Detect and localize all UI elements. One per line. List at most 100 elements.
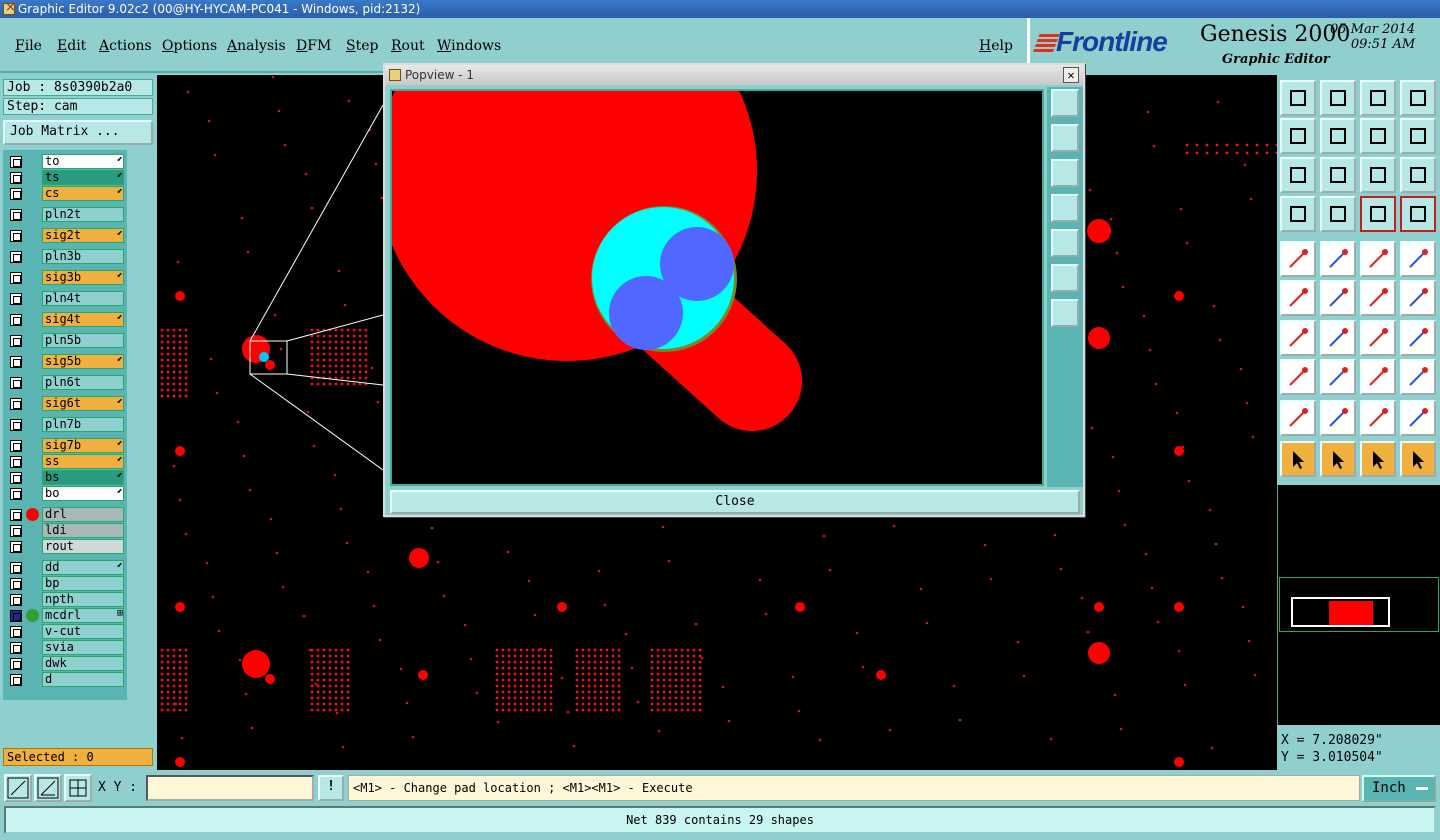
cut-line-icon[interactable] [1320, 280, 1356, 316]
layer-checkbox[interactable] [10, 525, 22, 537]
layer-checkbox[interactable] [10, 251, 22, 263]
layer-checkbox[interactable] [10, 658, 22, 670]
layer-row-ldi[interactable]: ldi [5, 523, 125, 538]
layer-checkbox[interactable] [10, 626, 22, 638]
layer-row-sig4t[interactable]: sig4t ⬋ [5, 312, 125, 327]
menu-actions[interactable]: Actions [99, 38, 152, 54]
layer-row-cs[interactable]: cs ⬋ [5, 186, 125, 201]
layer-checkbox[interactable] [10, 488, 22, 500]
split-icon[interactable] [1320, 359, 1356, 395]
layer-name[interactable]: bs [42, 470, 124, 485]
grid-icon[interactable] [1320, 196, 1356, 232]
add-pad-icon[interactable] [1360, 280, 1396, 316]
layer-checkbox[interactable] [10, 419, 22, 431]
zoom-fit-button[interactable] [1051, 89, 1079, 117]
polygon-icon[interactable] [1320, 241, 1356, 277]
layer-name[interactable]: pln5b [42, 333, 124, 348]
zoom-home-icon[interactable] [1280, 80, 1316, 116]
zoom-fit-icon[interactable] [1280, 157, 1316, 193]
select-box-icon[interactable] [1320, 441, 1356, 477]
layer-row-d[interactable]: d [5, 672, 125, 687]
layer-checkbox[interactable] [10, 541, 22, 553]
layer-row-ss[interactable]: ss ⬋ [5, 454, 125, 469]
overview-view-window[interactable] [1329, 601, 1373, 625]
layer-name[interactable]: pln4t [42, 291, 124, 306]
layer-row-pln5b[interactable]: pln5b [5, 333, 125, 348]
layer-name[interactable]: v-cut [42, 624, 124, 639]
layer-checkbox[interactable] [10, 156, 22, 168]
layer-row-npth[interactable]: npth [5, 592, 125, 607]
unit-select[interactable]: Inch [1362, 775, 1436, 802]
layer-name[interactable]: svia [42, 640, 124, 655]
layer-checkbox[interactable] [10, 440, 22, 452]
layer-checkbox[interactable] [10, 356, 22, 368]
layer-checkbox[interactable] [10, 172, 22, 184]
layer-name[interactable]: ts [42, 170, 124, 185]
select-pad-icon[interactable] [1280, 241, 1316, 277]
layer-row-dwk[interactable]: dwk [5, 656, 125, 671]
menu-dfm[interactable]: DFM [296, 38, 331, 54]
layer-checkbox[interactable] [10, 578, 22, 590]
layer-checkbox[interactable] [10, 674, 22, 686]
undo-view-icon[interactable] [1360, 118, 1396, 154]
redraw-icon[interactable] [1400, 118, 1436, 154]
layer-name[interactable]: ss [42, 454, 124, 469]
help-icon[interactable] [1400, 157, 1436, 193]
layer-checkbox[interactable] [10, 188, 22, 200]
layer-checkbox[interactable] [10, 594, 22, 606]
layers-icon[interactable] [1360, 196, 1396, 232]
layer-row-v-cut[interactable]: v-cut [5, 624, 125, 639]
triangle-icon[interactable] [1280, 400, 1316, 436]
line-icon[interactable] [1320, 320, 1356, 356]
menu-options[interactable]: Options [162, 38, 217, 54]
select-area-icon[interactable] [1360, 441, 1396, 477]
layer-row-sig7b[interactable]: sig7b ⬋ [5, 438, 125, 453]
grid-icon[interactable] [64, 774, 92, 802]
pan-down-button[interactable] [1051, 159, 1079, 187]
menu-analysis[interactable]: Analysis [227, 38, 286, 54]
net-icon[interactable] [1400, 196, 1436, 232]
angle-icon[interactable] [1280, 320, 1316, 356]
pad-icon[interactable] [1400, 241, 1436, 277]
menu-file[interactable]: File [15, 38, 42, 54]
layer-row-ts[interactable]: ts ⬋ [5, 170, 125, 185]
layer-row-to[interactable]: to ⬋ [5, 154, 125, 169]
overview-panel[interactable] [1277, 485, 1440, 725]
layer-name[interactable]: sig2t [42, 228, 124, 243]
layer-checkbox[interactable] [10, 230, 22, 242]
snap-icon[interactable] [34, 774, 62, 802]
zoom-center-icon[interactable] [1320, 157, 1356, 193]
layer-row-pln3b[interactable]: pln3b [5, 249, 125, 264]
layer-name[interactable]: rout [42, 539, 124, 554]
layer-row-sig3b[interactable]: sig3b ⬋ [5, 270, 125, 285]
popview-close-button[interactable]: Close [390, 490, 1080, 514]
layer-name[interactable]: sig5b [42, 354, 124, 369]
prompt-button[interactable]: ! [318, 775, 344, 801]
window-icon[interactable] [1400, 80, 1436, 116]
measure-icon[interactable] [1360, 359, 1396, 395]
pan-up-icon[interactable] [1320, 80, 1356, 116]
layer-name[interactable]: pln7b [42, 417, 124, 432]
layer-row-sig6t[interactable]: sig6t ⬋ [5, 396, 125, 411]
layer-checkbox[interactable] [10, 272, 22, 284]
layer-name[interactable]: sig3b [42, 270, 124, 285]
layer-name[interactable]: d [42, 672, 124, 687]
zoom-out-button[interactable] [1051, 299, 1079, 327]
layer-row-mcdrl[interactable]: mcdrl ⊞ [5, 608, 125, 623]
layer-name[interactable]: pln2t [42, 207, 124, 222]
layer-row-pln7b[interactable]: pln7b [5, 417, 125, 432]
layer-checkbox[interactable] [10, 610, 22, 622]
layer-name[interactable]: to [42, 154, 124, 169]
zoom-in-button[interactable] [1051, 264, 1079, 292]
popview-close-icon[interactable]: ✕ [1063, 67, 1079, 83]
move-icon[interactable] [1280, 359, 1316, 395]
pan-right-icon[interactable] [1320, 118, 1356, 154]
layer-checkbox[interactable] [10, 562, 22, 574]
layer-row-pln6t[interactable]: pln6t [5, 375, 125, 390]
ruler-icon[interactable] [1360, 241, 1396, 277]
xy-input[interactable] [146, 775, 314, 801]
menu-windows[interactable]: Windows [437, 38, 501, 54]
arch-fill-icon[interactable] [1360, 400, 1396, 436]
tools-icon[interactable] [1280, 196, 1316, 232]
layer-row-sig5b[interactable]: sig5b ⬋ [5, 354, 125, 369]
